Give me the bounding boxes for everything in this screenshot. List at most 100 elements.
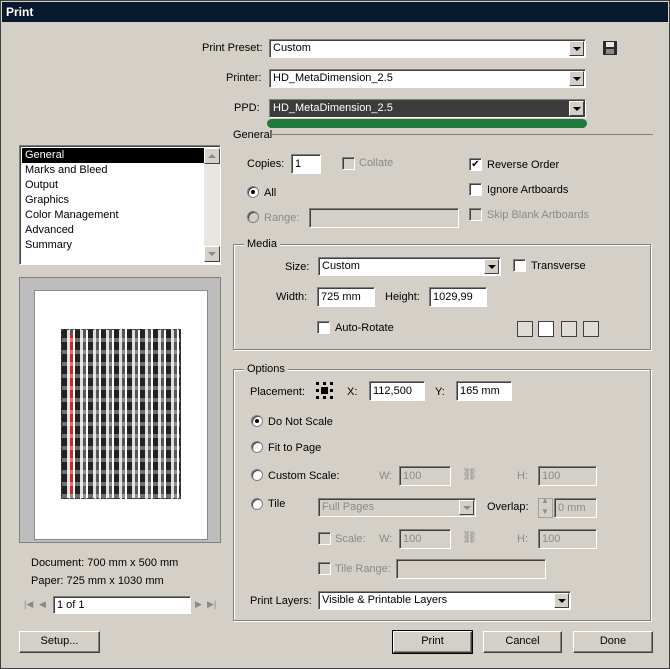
overlap-label: Overlap: [487, 501, 529, 513]
overlap-stepper-icon[interactable]: ▲ ▼ [538, 496, 553, 518]
y-label: Y: [435, 386, 445, 398]
page-field[interactable]: 1 of 1 [53, 596, 191, 614]
print-layers-label: Print Layers: [250, 595, 312, 607]
ignore-artboards-label: Ignore Artboards [487, 184, 569, 196]
scroll-down-icon[interactable] [204, 246, 220, 262]
print-preset-select[interactable]: Custom [269, 39, 586, 58]
scale-checkbox[interactable] [318, 532, 331, 545]
width-label: Width: [276, 291, 308, 303]
tile-range-field[interactable] [396, 559, 546, 579]
chevron-down-icon[interactable] [459, 500, 474, 515]
preview-paper [34, 290, 208, 540]
ppd-highlight [267, 119, 587, 128]
last-page-icon[interactable]: ▶| [207, 599, 216, 610]
custom-h-label: H: [517, 470, 528, 482]
orientation-landscape-flipped-icon[interactable] [583, 321, 599, 337]
skip-blank-artboards-checkbox[interactable] [469, 208, 482, 221]
ppd-select[interactable]: HD_MetaDimension_2.5 [269, 99, 586, 118]
link-icon[interactable]: ⛓ [462, 467, 477, 481]
x-field[interactable]: 112,500 [369, 381, 425, 401]
chevron-down-icon[interactable] [569, 41, 584, 56]
print-preset-value: Custom [273, 42, 311, 54]
orientation-portrait-flipped-icon[interactable] [561, 321, 577, 337]
collate-checkbox[interactable] [342, 157, 355, 170]
chevron-down-icon[interactable] [569, 71, 584, 86]
sidebar-item-color-management[interactable]: Color Management [22, 208, 119, 223]
stepper-down-icon[interactable]: ▼ [541, 507, 549, 516]
stepper-up-icon[interactable]: ▲ [541, 496, 549, 505]
chevron-down-icon[interactable] [484, 259, 499, 274]
page-navigator: |◀ ◀ 1 of 1 ▶ ▶| [21, 596, 221, 615]
all-label: All [264, 187, 277, 199]
sidebar-item-advanced[interactable]: Advanced [22, 223, 74, 238]
range-field[interactable] [309, 208, 459, 228]
reverse-order-checkbox[interactable]: ✔ [469, 158, 482, 171]
scale-w-field[interactable]: 100 [399, 529, 451, 549]
print-dialog: Print Print Preset: Custom Printer: HD_M… [0, 0, 670, 669]
sidebar-item-marks-and-bleed[interactable]: Marks and Bleed [22, 163, 108, 178]
section-title: General [233, 129, 273, 141]
collate-label: Collate [359, 157, 394, 169]
size-select[interactable]: Custom [318, 257, 501, 276]
tile-select-value: Full Pages [322, 501, 374, 513]
custom-h-field[interactable]: 100 [538, 466, 597, 486]
range-radio[interactable] [247, 211, 259, 223]
scale-h-field[interactable]: 100 [538, 529, 597, 549]
all-radio[interactable] [247, 186, 259, 198]
chevron-down-icon[interactable] [569, 101, 584, 116]
custom-w-field[interactable]: 100 [399, 466, 451, 486]
transverse-label: Transverse [531, 260, 586, 272]
options-group-title: Options [244, 362, 288, 376]
cancel-button[interactable]: Cancel [483, 631, 562, 653]
width-field[interactable]: 725 mm [317, 287, 375, 307]
placement-grid-icon[interactable] [315, 381, 335, 401]
auto-rotate-checkbox[interactable] [317, 321, 330, 334]
sidebar-item-graphics[interactable]: Graphics [22, 193, 69, 208]
tile-radio[interactable] [251, 498, 263, 510]
setup-button[interactable]: Setup... [19, 631, 100, 653]
section-divider [272, 134, 653, 135]
fit-to-page-label: Fit to Page [268, 442, 322, 454]
printer-value: HD_MetaDimension_2.5 [273, 72, 393, 84]
link-icon[interactable]: ⛓ [462, 530, 477, 544]
do-not-scale-radio[interactable] [251, 415, 263, 427]
scroll-up-icon[interactable] [204, 148, 220, 164]
save-preset-icon[interactable] [602, 40, 618, 56]
copies-field[interactable]: 1 [291, 154, 321, 174]
orientation-landscape-icon[interactable] [538, 321, 554, 337]
print-preview[interactable] [19, 277, 221, 543]
sidebar-item-output[interactable]: Output [22, 178, 58, 193]
skip-blank-artboards-label: Skip Blank Artboards [487, 209, 590, 221]
category-list[interactable]: General Marks and Bleed Output Graphics … [19, 145, 221, 265]
preview-artwork [61, 329, 181, 499]
reverse-order-label: Reverse Order [487, 159, 560, 171]
print-layers-select[interactable]: Visible & Printable Layers [318, 591, 571, 610]
tile-range-checkbox[interactable] [318, 562, 331, 575]
chevron-down-icon[interactable] [554, 593, 569, 608]
preview-artwork-rows [62, 330, 180, 498]
range-label: Range: [264, 212, 300, 224]
y-field[interactable]: 165 mm [456, 381, 512, 401]
height-field[interactable]: 1029,99 [429, 287, 487, 307]
ppd-value: HD_MetaDimension_2.5 [273, 102, 393, 114]
print-layers-value: Visible & Printable Layers [322, 594, 448, 606]
ignore-artboards-checkbox[interactable] [469, 183, 482, 196]
transverse-checkbox[interactable] [513, 259, 526, 272]
list-scrollbar[interactable] [204, 148, 220, 262]
custom-scale-radio[interactable] [251, 469, 263, 481]
orientation-portrait-icon[interactable] [517, 321, 533, 337]
sidebar-item-summary[interactable]: Summary [22, 238, 72, 253]
fit-to-page-radio[interactable] [251, 441, 263, 453]
print-button[interactable]: Print [392, 630, 473, 654]
done-button[interactable]: Done [573, 631, 653, 653]
custom-scale-label: Custom Scale: [268, 470, 340, 482]
do-not-scale-label: Do Not Scale [268, 416, 333, 428]
sidebar-item-general[interactable]: General [22, 148, 204, 163]
tile-select[interactable]: Full Pages [318, 498, 476, 517]
prev-page-icon[interactable]: ◀ [39, 599, 46, 610]
first-page-icon[interactable]: |◀ [24, 599, 33, 610]
overlap-field[interactable]: 0 mm [554, 498, 597, 518]
next-page-icon[interactable]: ▶ [195, 599, 202, 610]
printer-select[interactable]: HD_MetaDimension_2.5 [269, 69, 586, 88]
copies-label: Copies: [247, 158, 285, 170]
